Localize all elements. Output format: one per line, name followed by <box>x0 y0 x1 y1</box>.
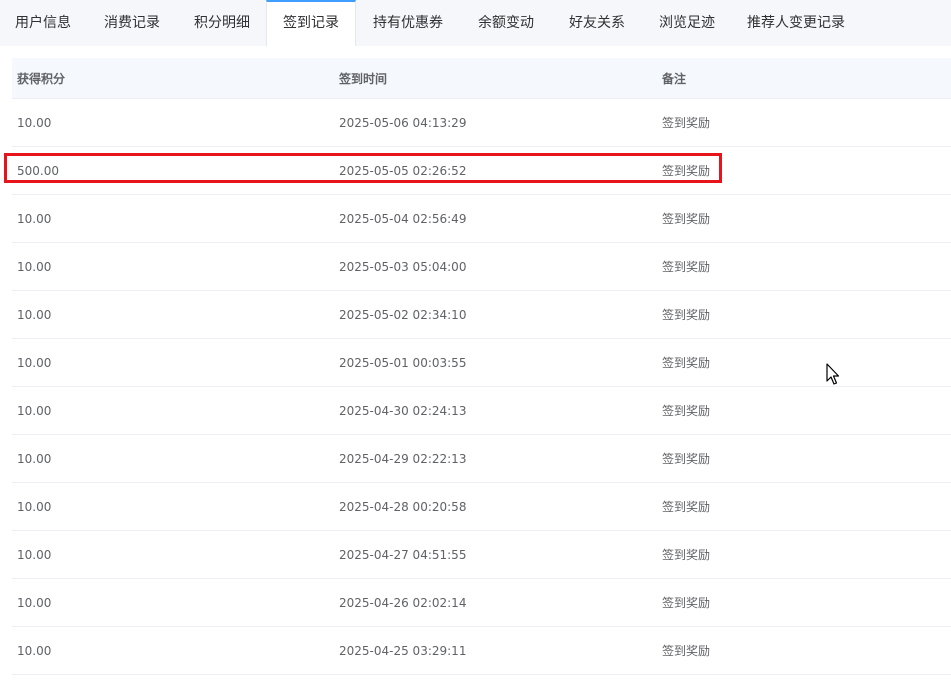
tab-points-details[interactable]: 积分明细 <box>178 0 266 46</box>
checkin-table: 获得积分 签到时间 备注 10.00 2025-05-06 04:13:29 签到奖… <box>12 58 951 675</box>
table-row: 10.00 2025-05-06 04:13:29 签到奖励 <box>12 99 951 147</box>
header-remark: 备注 <box>662 71 687 86</box>
cell-remark: 签到奖励 <box>662 548 711 562</box>
cell-time: 2025-04-29 02:22:13 <box>339 451 467 466</box>
cell-points: 10.00 <box>17 259 52 274</box>
tab-referrer-change-log[interactable]: 推荐人变更记录 <box>732 0 860 46</box>
tab-bar: 用户信息 消费记录 积分明细 签到记录 持有优惠券 余额变动 好友关系 浏览足迹… <box>0 0 951 46</box>
cell-remark: 签到奖励 <box>662 212 711 226</box>
cell-time: 2025-05-04 02:56:49 <box>339 211 467 226</box>
table-header: 获得积分 签到时间 备注 <box>12 58 951 99</box>
cell-remark: 签到奖励 <box>662 500 711 514</box>
cell-remark: 签到奖励 <box>662 596 711 610</box>
table-body: 10.00 2025-05-06 04:13:29 签到奖励 500.00 2025-0… <box>12 99 951 675</box>
cell-time: 2025-05-05 02:26:52 <box>339 163 467 178</box>
cell-time: 2025-04-25 03:29:11 <box>339 643 467 658</box>
cell-remark: 签到奖励 <box>662 644 711 658</box>
header-points-earned: 获得积分 <box>17 71 66 86</box>
table-row: 10.00 2025-04-27 04:51:55 签到奖励 <box>12 531 951 579</box>
tab-consumption-records[interactable]: 消费记录 <box>86 0 178 46</box>
tab-coupons-held[interactable]: 持有优惠券 <box>356 0 460 46</box>
cell-remark: 签到奖励 <box>662 404 711 418</box>
cell-remark: 签到奖励 <box>662 452 711 466</box>
cell-remark: 签到奖励 <box>662 164 711 178</box>
cell-remark: 签到奖励 <box>662 308 711 322</box>
table-row: 10.00 2025-04-25 03:29:11 签到奖励 <box>12 627 951 675</box>
cell-points: 10.00 <box>17 403 52 418</box>
cell-time: 2025-05-01 00:03:55 <box>339 355 467 370</box>
cell-points: 10.00 <box>17 451 52 466</box>
cell-points: 500.00 <box>17 163 59 178</box>
tab-user-info[interactable]: 用户信息 <box>0 0 86 46</box>
cell-time: 2025-04-30 02:24:13 <box>339 403 467 418</box>
cell-time: 2025-04-27 04:51:55 <box>339 547 467 562</box>
cell-points: 10.00 <box>17 307 52 322</box>
table-row: 10.00 2025-04-30 02:24:13 签到奖励 <box>12 387 951 435</box>
cell-time: 2025-05-03 05:04:00 <box>339 259 467 274</box>
cell-points: 10.00 <box>17 211 52 226</box>
cell-points: 10.00 <box>17 595 52 610</box>
table-row: 10.00 2025-04-29 02:22:13 签到奖励 <box>12 435 951 483</box>
cell-time: 2025-04-26 02:02:14 <box>339 595 467 610</box>
table-row: 500.00 2025-05-05 02:26:52 签到奖励 <box>12 147 951 195</box>
cell-time: 2025-05-06 04:13:29 <box>339 115 467 130</box>
tab-balance-changes[interactable]: 余额变动 <box>460 0 552 46</box>
cell-points: 10.00 <box>17 547 52 562</box>
cell-remark: 签到奖励 <box>662 260 711 274</box>
tab-friend-relations[interactable]: 好友关系 <box>552 0 642 46</box>
cell-points: 10.00 <box>17 355 52 370</box>
table-row: 10.00 2025-05-02 02:34:10 签到奖励 <box>12 291 951 339</box>
table-row: 10.00 2025-04-26 02:02:14 签到奖励 <box>12 579 951 627</box>
cell-time: 2025-05-02 02:34:10 <box>339 307 467 322</box>
cell-time: 2025-04-28 00:20:58 <box>339 499 467 514</box>
cell-points: 10.00 <box>17 115 52 130</box>
mouse-cursor-icon <box>826 363 840 385</box>
table-row: 10.00 2025-05-03 05:04:00 签到奖励 <box>12 243 951 291</box>
cell-remark: 签到奖励 <box>662 356 711 370</box>
header-checkin-time: 签到时间 <box>339 71 388 86</box>
table-row: 10.00 2025-05-04 02:56:49 签到奖励 <box>12 195 951 243</box>
table-row: 10.00 2025-04-28 00:20:58 签到奖励 <box>12 483 951 531</box>
tab-checkin-records[interactable]: 签到记录 <box>266 0 356 46</box>
cell-points: 10.00 <box>17 499 52 514</box>
table-row: 10.00 2025-05-01 00:03:55 签到奖励 <box>12 339 951 387</box>
cell-points: 10.00 <box>17 643 52 658</box>
tab-browse-history[interactable]: 浏览足迹 <box>642 0 732 46</box>
cell-remark: 签到奖励 <box>662 116 711 130</box>
